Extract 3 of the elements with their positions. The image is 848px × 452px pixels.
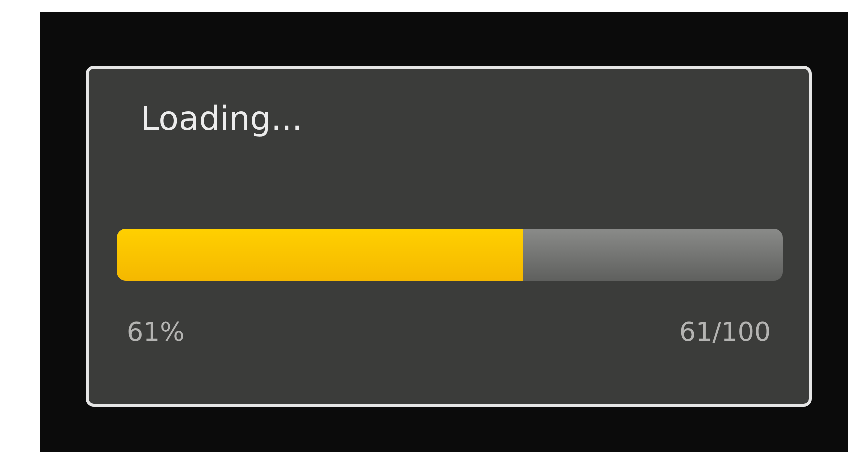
progress-count: 61/100: [680, 317, 771, 349]
dialog-title: Loading...: [141, 98, 304, 140]
progress-percent: 61%: [127, 317, 185, 349]
